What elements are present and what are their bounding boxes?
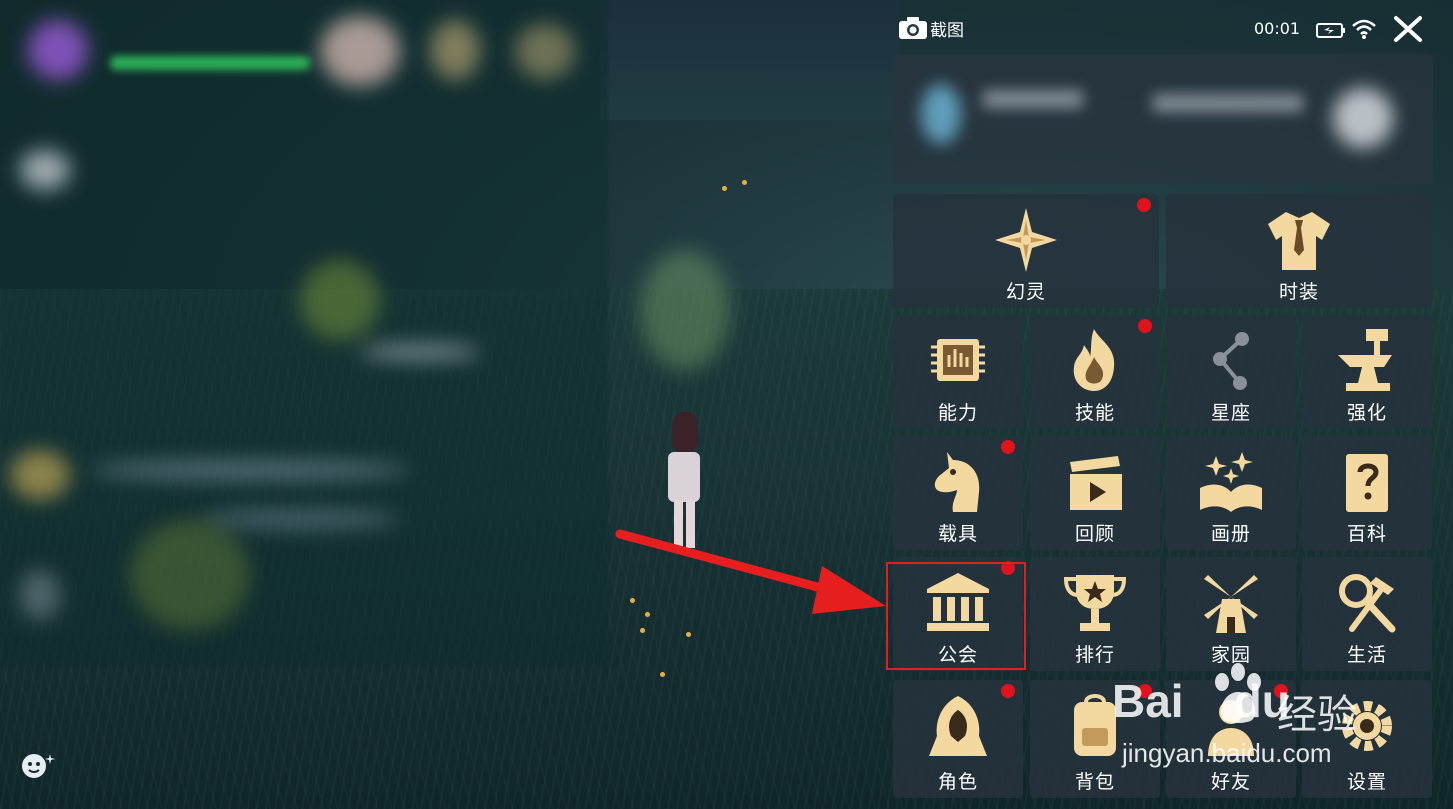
emote-icon[interactable] xyxy=(20,750,56,780)
watermark-url: jingyan.baidu.com xyxy=(1122,738,1332,768)
screenshot-label[interactable]: 截图 xyxy=(930,16,964,41)
highlight-box xyxy=(886,562,1026,670)
menu-tile-paihang[interactable]: 排行 xyxy=(1030,557,1160,671)
compass-star-icon xyxy=(995,208,1057,272)
menu-label: 强化 xyxy=(1346,402,1387,424)
menu-tile-jiayuan[interactable]: 家园 xyxy=(1166,557,1296,671)
menu-tile-zaiju[interactable]: 载具 xyxy=(893,436,1023,550)
album-icon xyxy=(1200,452,1262,512)
notification-dot xyxy=(1137,198,1151,212)
status-panel xyxy=(893,54,1433,184)
notification-dot xyxy=(1001,684,1015,698)
battery-icon xyxy=(1316,23,1345,38)
menu-tile-nengli[interactable]: 能力 xyxy=(893,315,1023,429)
chip-icon xyxy=(931,339,985,381)
menu-tile-qianghua[interactable]: 强化 xyxy=(1302,315,1432,429)
menu-tile-huace[interactable]: 画册 xyxy=(1166,436,1296,550)
menu-tile-shizhuang[interactable]: 时装 xyxy=(1166,194,1432,308)
menu-label: 技能 xyxy=(1074,402,1115,424)
menu-tile-huigu[interactable]: 回顾 xyxy=(1030,436,1160,550)
baidu-watermark: Bai du 经验 jingyan.baidu.com xyxy=(1112,660,1442,780)
watermark-cn: 经验 xyxy=(1277,692,1357,738)
blurred-npc xyxy=(640,250,730,370)
menu-label: 画册 xyxy=(1210,523,1251,545)
notification-dot xyxy=(1138,319,1152,333)
paw-icon xyxy=(1215,663,1261,723)
blurred-hud-overlay xyxy=(0,0,608,666)
clock-time: 00:01 xyxy=(1254,19,1301,38)
menu-tile-jineng[interactable]: 技能 xyxy=(1030,315,1160,429)
menu-tile-juese[interactable]: 角色 xyxy=(893,680,1023,798)
menu-label: 角色 xyxy=(937,771,978,793)
notification-dot xyxy=(1001,440,1015,454)
menu-label: 幻灵 xyxy=(1005,281,1046,303)
shirt-icon xyxy=(1268,212,1330,270)
menu-label: 星座 xyxy=(1210,402,1251,424)
close-icon[interactable] xyxy=(1393,15,1423,43)
flame-icon xyxy=(1073,329,1115,391)
menu-label: 载具 xyxy=(937,523,978,545)
trophy-icon xyxy=(1063,575,1127,631)
menu-label: 百科 xyxy=(1346,523,1387,545)
clapperboard-icon xyxy=(1070,456,1122,510)
anvil-icon xyxy=(1338,329,1392,391)
menu-tile-baike[interactable]: 百科 xyxy=(1302,436,1432,550)
encyclopedia-icon xyxy=(1346,454,1388,512)
menu-tile-huanling[interactable]: 幻灵 xyxy=(893,194,1159,308)
menu-label: 能力 xyxy=(937,402,978,424)
wifi-icon xyxy=(1352,19,1376,39)
horse-icon xyxy=(934,452,980,512)
menu-tile-xingzuo[interactable]: 星座 xyxy=(1166,315,1296,429)
top-bar: 截图 00:01 xyxy=(896,12,1436,46)
menu-tile-shenghuo[interactable]: 生活 xyxy=(1302,557,1432,671)
night-sky xyxy=(600,0,900,120)
tools-icon xyxy=(1339,574,1396,633)
constellation-icon xyxy=(1213,332,1249,390)
hooded-character-icon xyxy=(929,696,987,756)
menu-label: 时装 xyxy=(1278,281,1319,303)
camera-icon[interactable] xyxy=(898,16,928,40)
menu-label: 回顾 xyxy=(1074,523,1115,545)
annotation-arrow xyxy=(615,529,886,614)
windmill-icon xyxy=(1204,575,1258,633)
